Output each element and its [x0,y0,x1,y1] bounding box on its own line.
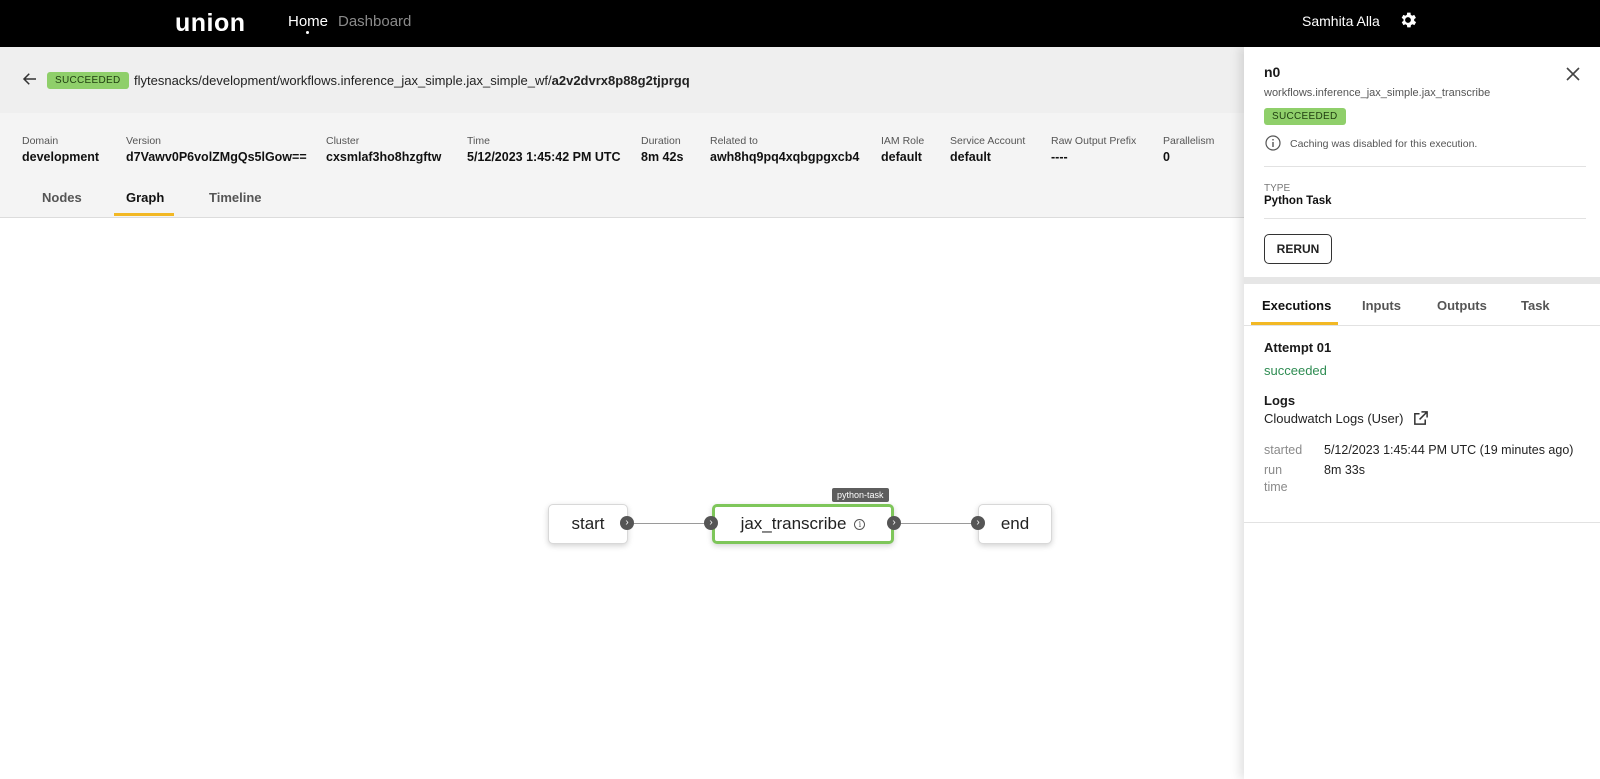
graph-node-jax-transcribe[interactable]: jax_transcribe i [712,504,894,544]
panel-title: n0 [1264,64,1281,80]
meta-label: Service Account [950,135,1026,147]
meta-label: Domain [22,135,59,147]
meta-label: IAM Role [881,135,925,147]
output-port-icon: › [887,516,901,530]
union-logo[interactable]: union [175,9,246,38]
caching-note: Caching was disabled for this execution. [1290,138,1478,150]
meta-label: Parallelism [1163,135,1215,147]
back-arrow-icon[interactable] [21,70,39,88]
meta-iam-role: IAM Role default [881,135,924,164]
meta-label: Version [126,135,162,147]
external-link-icon[interactable] [1412,410,1429,427]
cloudwatch-log-link[interactable]: Cloudwatch Logs (User) [1264,411,1403,426]
meta-duration: Duration 8m 42s [641,135,683,164]
runtime-label-cont: time [1264,480,1288,494]
meta-raw-output-prefix: Raw Output Prefix ---- [1051,135,1136,164]
meta-parallelism: Parallelism 0 [1163,135,1214,164]
nav-dashboard-link[interactable]: Dashboard [338,13,411,30]
runtime-value: 8m 33s [1324,463,1365,477]
meta-value: default [881,150,922,164]
meta-label: Cluster [326,135,360,147]
execution-id: a2v2dvrx8p88g2tjprgq [551,73,690,88]
info-icon[interactable]: i [854,518,866,530]
graph-edge [627,523,711,524]
panel-tab-task[interactable]: Task [1521,298,1550,313]
info-icon [1265,135,1281,151]
meta-label: Time [467,135,490,147]
meta-service-account: Service Account default [950,135,1025,164]
tab-nodes[interactable]: Nodes [42,190,82,205]
meta-label: Duration [641,135,681,147]
node-label: start [571,514,605,533]
panel-status-badge: SUCCEEDED [1264,108,1346,125]
divider [1244,325,1600,326]
started-label: started [1264,443,1303,457]
divider [1264,218,1586,219]
meta-value: 0 [1163,150,1170,164]
output-port-icon: › [620,516,634,530]
panel-tab-executions[interactable]: Executions [1262,298,1331,313]
graph-edge [894,523,978,524]
divider [1244,522,1600,523]
graph-node-start[interactable]: start [548,504,628,544]
user-name[interactable]: Samhita Alla [1302,13,1380,29]
type-label: TYPE [1264,183,1291,194]
rerun-button[interactable]: RERUN [1264,234,1332,264]
input-port-icon: › [704,516,718,530]
divider [1264,166,1586,167]
section-separator [1244,277,1600,284]
meta-time: Time 5/12/2023 1:45:42 PM UTC [467,135,621,164]
node-type-tag: python-task [832,488,889,502]
meta-value: 5/12/2023 1:45:42 PM UTC [467,150,621,164]
meta-version: Version d7Vawv0P6volZMgQs5lGow== [126,135,307,164]
started-value: 5/12/2023 1:45:44 PM UTC (19 minutes ago… [1324,443,1574,457]
metadata-area [0,113,1244,218]
meta-value[interactable]: awh8hq9pq4xqbgpgxcb4 [710,150,859,164]
breadcrumb: flytesnacks/development/workflows.infere… [134,73,690,88]
meta-related-to: Related to awh8hq9pq4xqbgpgxcb4 [710,135,859,164]
meta-value: ---- [1051,150,1068,164]
panel-tab-inputs[interactable]: Inputs [1362,298,1401,313]
meta-value: cxsmlaf3ho8hzgftw [326,150,442,164]
breadcrumb-path[interactable]: flytesnacks/development/workflows.infere… [134,73,552,88]
attempt-title: Attempt 01 [1264,340,1332,355]
meta-value: default [950,150,991,164]
node-label: jax_transcribe [740,514,847,533]
nav-home-link[interactable]: Home [288,13,328,30]
active-nav-indicator [306,31,309,34]
input-port-icon: › [971,516,985,530]
status-badge: SUCCEEDED [47,72,129,89]
attempt-status: succeeded [1264,363,1327,378]
meta-label: Raw Output Prefix [1051,135,1137,147]
meta-value: 8m 42s [641,150,684,164]
graph-node-end[interactable]: end [978,504,1052,544]
meta-value: d7Vawv0P6volZMgQs5lGow== [126,150,307,164]
type-value: Python Task [1264,195,1332,207]
active-tab-indicator [114,213,174,216]
meta-cluster: Cluster cxsmlaf3ho8hzgftw [326,135,441,164]
panel-tab-outputs[interactable]: Outputs [1437,298,1487,313]
panel-subtitle: workflows.inference_jax_simple.jax_trans… [1264,87,1491,99]
logs-label: Logs [1264,393,1296,408]
tab-timeline[interactable]: Timeline [209,190,262,205]
gear-icon[interactable] [1398,10,1418,30]
meta-value: development [22,150,100,164]
meta-domain: Domain development [22,135,99,164]
close-icon[interactable] [1565,66,1581,82]
workflow-graph[interactable] [0,219,1244,779]
tab-graph[interactable]: Graph [126,190,164,205]
meta-label: Related to [710,135,758,147]
runtime-label: run [1264,463,1283,477]
node-label: end [1000,514,1030,533]
